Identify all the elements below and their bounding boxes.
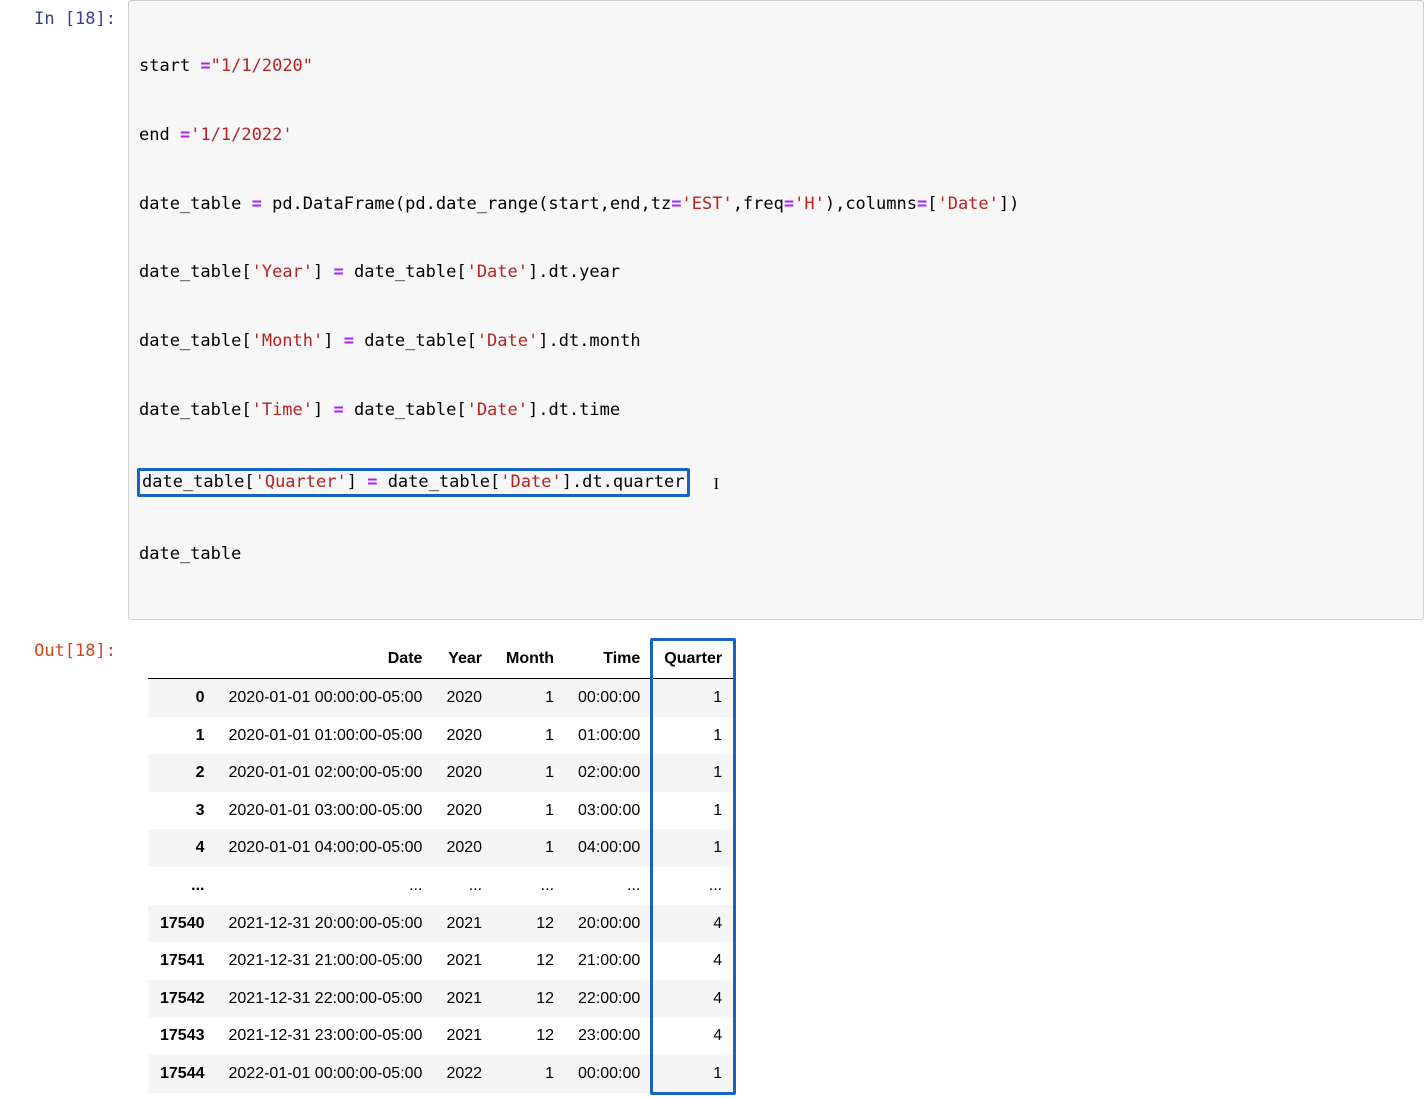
cell-year: 2020: [434, 678, 494, 716]
table-row: 175412021-12-31 21:00:00-05:0020211221:0…: [148, 942, 734, 980]
cell-month: 12: [494, 942, 566, 980]
cell-year: 2021: [434, 980, 494, 1018]
cell-month: ...: [494, 867, 566, 905]
cell-month: 1: [494, 754, 566, 792]
code-input[interactable]: start ="1/1/2020" end ='1/1/2022' date_t…: [128, 0, 1424, 620]
cell-quarter: 1: [652, 1055, 734, 1093]
cell-month: 12: [494, 905, 566, 943]
table-header-row: Date Year Month Time Quarter: [148, 640, 734, 678]
cell-month: 12: [494, 980, 566, 1018]
highlighted-code-line: date_table['Quarter'] = date_table['Date…: [137, 468, 690, 497]
row-index: 17540: [148, 905, 217, 943]
table-row: 175432021-12-31 23:00:00-05:0020211223:0…: [148, 1017, 734, 1055]
cell-quarter: 1: [652, 717, 734, 755]
cell-month: 1: [494, 1055, 566, 1093]
cell-quarter: 4: [652, 942, 734, 980]
col-header-month: Month: [494, 640, 566, 678]
row-index: 17542: [148, 980, 217, 1018]
table-row: 175442022-01-01 00:00:00-05:002022100:00…: [148, 1055, 734, 1093]
cell-quarter: 1: [652, 792, 734, 830]
cell-date: 2022-01-01 00:00:00-05:00: [217, 1055, 435, 1093]
cell-time: 02:00:00: [566, 754, 652, 792]
cell-date: 2020-01-01 00:00:00-05:00: [217, 678, 435, 716]
cell-quarter: 4: [652, 1017, 734, 1055]
cell-month: 1: [494, 678, 566, 716]
cell-time: 01:00:00: [566, 717, 652, 755]
output-area: Date Year Month Time Quarter 02020-01-01…: [128, 632, 1424, 1099]
table-row: 12020-01-01 01:00:00-05:002020101:00:001: [148, 717, 734, 755]
cell-year: 2021: [434, 942, 494, 980]
table-row: 32020-01-01 03:00:00-05:002020103:00:001: [148, 792, 734, 830]
row-index: 1: [148, 717, 217, 755]
row-index: 17544: [148, 1055, 217, 1093]
col-header-year: Year: [434, 640, 494, 678]
row-index: 17543: [148, 1017, 217, 1055]
input-cell: In [18]: start ="1/1/2020" end ='1/1/202…: [0, 0, 1424, 620]
table-row: 02020-01-01 00:00:00-05:002020100:00:001: [148, 678, 734, 716]
cell-year: ...: [434, 867, 494, 905]
col-header-index: [148, 640, 217, 678]
cell-year: 2021: [434, 905, 494, 943]
table-row: 42020-01-01 04:00:00-05:002020104:00:001: [148, 829, 734, 867]
cell-date: 2021-12-31 21:00:00-05:00: [217, 942, 435, 980]
cell-time: ...: [566, 867, 652, 905]
row-index: 3: [148, 792, 217, 830]
cell-month: 1: [494, 717, 566, 755]
cell-date: 2021-12-31 20:00:00-05:00: [217, 905, 435, 943]
cell-time: 22:00:00: [566, 980, 652, 1018]
cell-date: 2021-12-31 23:00:00-05:00: [217, 1017, 435, 1055]
col-header-date: Date: [217, 640, 435, 678]
row-index: 0: [148, 678, 217, 716]
out-prompt: Out[18]:: [0, 632, 128, 1099]
table-row: 22020-01-01 02:00:00-05:002020102:00:001: [148, 754, 734, 792]
col-header-time: Time: [566, 640, 652, 678]
output-cell: Out[18]: Date Year Month Time Quarter 02…: [0, 632, 1424, 1099]
col-header-quarter: Quarter: [652, 640, 734, 678]
row-index: 17541: [148, 942, 217, 980]
cell-year: 2021: [434, 1017, 494, 1055]
table-row: ..................: [148, 867, 734, 905]
cell-quarter: 1: [652, 678, 734, 716]
cell-date: 2021-12-31 22:00:00-05:00: [217, 980, 435, 1018]
dataframe-table: Date Year Month Time Quarter 02020-01-01…: [148, 640, 734, 1092]
table-row: 175402021-12-31 20:00:00-05:0020211220:0…: [148, 905, 734, 943]
cell-year: 2020: [434, 717, 494, 755]
cell-date: 2020-01-01 03:00:00-05:00: [217, 792, 435, 830]
cell-time: 04:00:00: [566, 829, 652, 867]
in-prompt: In [18]:: [0, 0, 128, 620]
table-row: 175422021-12-31 22:00:00-05:0020211222:0…: [148, 980, 734, 1018]
cell-time: 03:00:00: [566, 792, 652, 830]
cell-date: 2020-01-01 02:00:00-05:00: [217, 754, 435, 792]
row-index: ...: [148, 867, 217, 905]
cell-date: ...: [217, 867, 435, 905]
cell-date: 2020-01-01 01:00:00-05:00: [217, 717, 435, 755]
cell-month: 1: [494, 829, 566, 867]
cell-year: 2020: [434, 792, 494, 830]
row-index: 4: [148, 829, 217, 867]
cell-quarter: 4: [652, 980, 734, 1018]
cell-time: 23:00:00: [566, 1017, 652, 1055]
cell-quarter: 1: [652, 829, 734, 867]
cell-year: 2020: [434, 754, 494, 792]
cell-time: 21:00:00: [566, 942, 652, 980]
text-cursor-icon: I: [714, 473, 720, 496]
cell-quarter: 1: [652, 754, 734, 792]
cell-time: 00:00:00: [566, 1055, 652, 1093]
cell-month: 12: [494, 1017, 566, 1055]
cell-quarter: ...: [652, 867, 734, 905]
cell-year: 2022: [434, 1055, 494, 1093]
cell-time: 20:00:00: [566, 905, 652, 943]
cell-date: 2020-01-01 04:00:00-05:00: [217, 829, 435, 867]
cell-time: 00:00:00: [566, 678, 652, 716]
cell-quarter: 4: [652, 905, 734, 943]
cell-year: 2020: [434, 829, 494, 867]
row-index: 2: [148, 754, 217, 792]
cell-month: 1: [494, 792, 566, 830]
